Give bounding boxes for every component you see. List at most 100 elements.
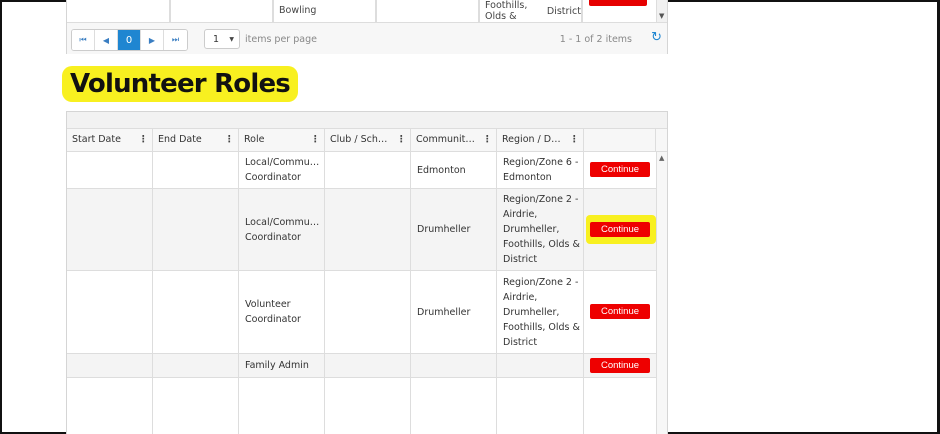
grid-empty-area [67, 378, 656, 434]
continue-button[interactable]: Continue [590, 162, 650, 177]
top-scrollbar[interactable]: ▼ [656, 0, 667, 22]
cell-line: Coordinator [245, 314, 301, 325]
cell-club [325, 152, 411, 188]
cell-action: Continue [584, 152, 656, 188]
column-header-label: Club / Sch… [330, 134, 388, 145]
grid-toolbar [67, 112, 667, 129]
scroll-down-arrow-icon[interactable]: ▼ [659, 12, 664, 20]
column-header-region[interactable]: Region / D… ⋮ [497, 129, 584, 151]
cell-line: Foothills, Olds & [503, 239, 580, 250]
cell-line: Edmonton [503, 172, 552, 183]
items-per-page-label: items per page [245, 34, 317, 45]
column-header-label: End Date [158, 134, 202, 145]
top-cell-text: Bowling [279, 4, 317, 16]
continue-button[interactable]: Continue [590, 304, 650, 319]
cell-line: Local/Commu… [245, 216, 320, 228]
table-row: Local/Commu… Coordinator Edmonton Region/… [67, 152, 656, 189]
next-page-button[interactable]: ▶ [141, 30, 164, 50]
cell-line: District [503, 254, 538, 265]
column-header-label: Role [244, 134, 265, 145]
column-divider [496, 378, 497, 434]
cell-action: Continue [584, 271, 656, 353]
grid-header: Start Date ⋮ End Date ⋮ Role ⋮ Club / Sch… ⋮… [67, 129, 667, 152]
cell-line: Foothills, Olds & [503, 321, 580, 333]
kebab-menu-icon[interactable]: ⋮ [139, 129, 149, 151]
top-grid: Bowling Foothills, Olds & District ▼ ⏮ ◀… [66, 0, 668, 54]
column-header-label: Start Date [72, 134, 121, 145]
cell-line: Family Admin [245, 360, 309, 371]
column-header-label: Region / D… [502, 134, 561, 145]
cell-role: Family Admin [239, 354, 325, 377]
vertical-scrollbar[interactable]: ▲ [656, 152, 667, 434]
top-cell-line: Foothills, Olds & [485, 0, 528, 22]
cell-start-date [67, 189, 153, 270]
top-cell-1 [67, 0, 170, 22]
column-header-label: Communit… [416, 134, 475, 145]
volunteer-roles-grid: Start Date ⋮ End Date ⋮ Role ⋮ Club / Sch… ⋮… [66, 111, 668, 434]
column-divider [583, 378, 584, 434]
last-page-button[interactable]: ⏭ [164, 30, 187, 50]
top-continue-button[interactable] [589, 0, 647, 6]
cell-action: Continue [584, 354, 656, 377]
cell-club [325, 354, 411, 377]
cell-line: Drumheller, [503, 224, 560, 235]
table-row: Volunteer Coordinator Drumheller Region/Z… [67, 271, 656, 354]
top-cell-5: Foothills, Olds & District [479, 0, 582, 22]
continue-button[interactable]: Continue [590, 358, 650, 373]
cell-end-date [153, 271, 239, 353]
column-header-role[interactable]: Role ⋮ [239, 129, 325, 151]
cell-line: Region/Zone 2 - [503, 276, 579, 288]
page-size-select[interactable]: 1 ▼ [204, 29, 240, 49]
cell-line: District [503, 336, 538, 348]
column-header-action [584, 129, 656, 151]
cell-line: Local/Commu… [245, 157, 320, 168]
caret-down-icon: ▼ [229, 35, 234, 43]
cell-start-date [67, 354, 153, 377]
kebab-menu-icon[interactable]: ⋮ [397, 129, 407, 151]
cell-club [325, 271, 411, 353]
column-header-club[interactable]: Club / Sch… ⋮ [325, 129, 411, 151]
table-row: Family Admin Continue [67, 354, 656, 378]
table-row: Local/Commu… Coordinator Drumheller Regio… [67, 189, 656, 271]
kebab-menu-icon[interactable]: ⋮ [311, 129, 321, 151]
kebab-menu-icon[interactable]: ⋮ [483, 129, 493, 151]
cell-line: Airdrie, [503, 209, 538, 220]
cell-line: Coordinator [245, 231, 301, 243]
column-header-end-date[interactable]: End Date ⋮ [153, 129, 239, 151]
top-cell-line: District [546, 5, 581, 17]
scroll-up-arrow-icon[interactable]: ▲ [659, 154, 664, 162]
cell-role: Local/Commu… Coordinator [239, 189, 325, 270]
refresh-icon[interactable]: ↻ [651, 30, 662, 45]
cell-end-date [153, 354, 239, 377]
prev-page-button[interactable]: ◀ [95, 30, 118, 50]
page-title: Volunteer Roles [62, 66, 298, 102]
cell-line: Coordinator [245, 172, 301, 183]
column-divider [238, 378, 239, 434]
column-divider [324, 378, 325, 434]
cell-community: Drumheller [411, 271, 497, 353]
kebab-menu-icon[interactable]: ⋮ [570, 129, 580, 151]
page-size-value: 1 [213, 33, 220, 45]
cell-region: Region/Zone 2 - Airdrie, Drumheller, Foo… [497, 271, 584, 353]
kebab-menu-icon[interactable]: ⋮ [225, 129, 235, 151]
pager-buttons: ⏮ ◀ 0 ▶ ⏭ [71, 29, 188, 51]
continue-button[interactable]: Continue [590, 222, 650, 237]
cell-end-date [153, 152, 239, 188]
cell-line: Volunteer [245, 299, 291, 310]
cell-line: Region/Zone 2 - [503, 194, 579, 205]
cell-start-date [67, 271, 153, 353]
cell-role: Volunteer Coordinator [239, 271, 325, 353]
top-cell-6 [582, 0, 657, 22]
top-cell-2 [170, 0, 273, 22]
column-divider [152, 378, 153, 434]
current-page-button[interactable]: 0 [118, 30, 141, 50]
column-header-start-date[interactable]: Start Date ⋮ [67, 129, 153, 151]
first-page-button[interactable]: ⏮ [72, 30, 95, 50]
cell-region: Region/Zone 2 - Airdrie, Drumheller, Foo… [497, 189, 584, 270]
cell-start-date [67, 152, 153, 188]
column-header-community[interactable]: Communit… ⋮ [411, 129, 497, 151]
cell-club [325, 189, 411, 270]
cell-line: Airdrie, [503, 291, 538, 303]
cell-community: Edmonton [411, 152, 497, 188]
cell-region: Region/Zone 6 - Edmonton [497, 152, 584, 188]
